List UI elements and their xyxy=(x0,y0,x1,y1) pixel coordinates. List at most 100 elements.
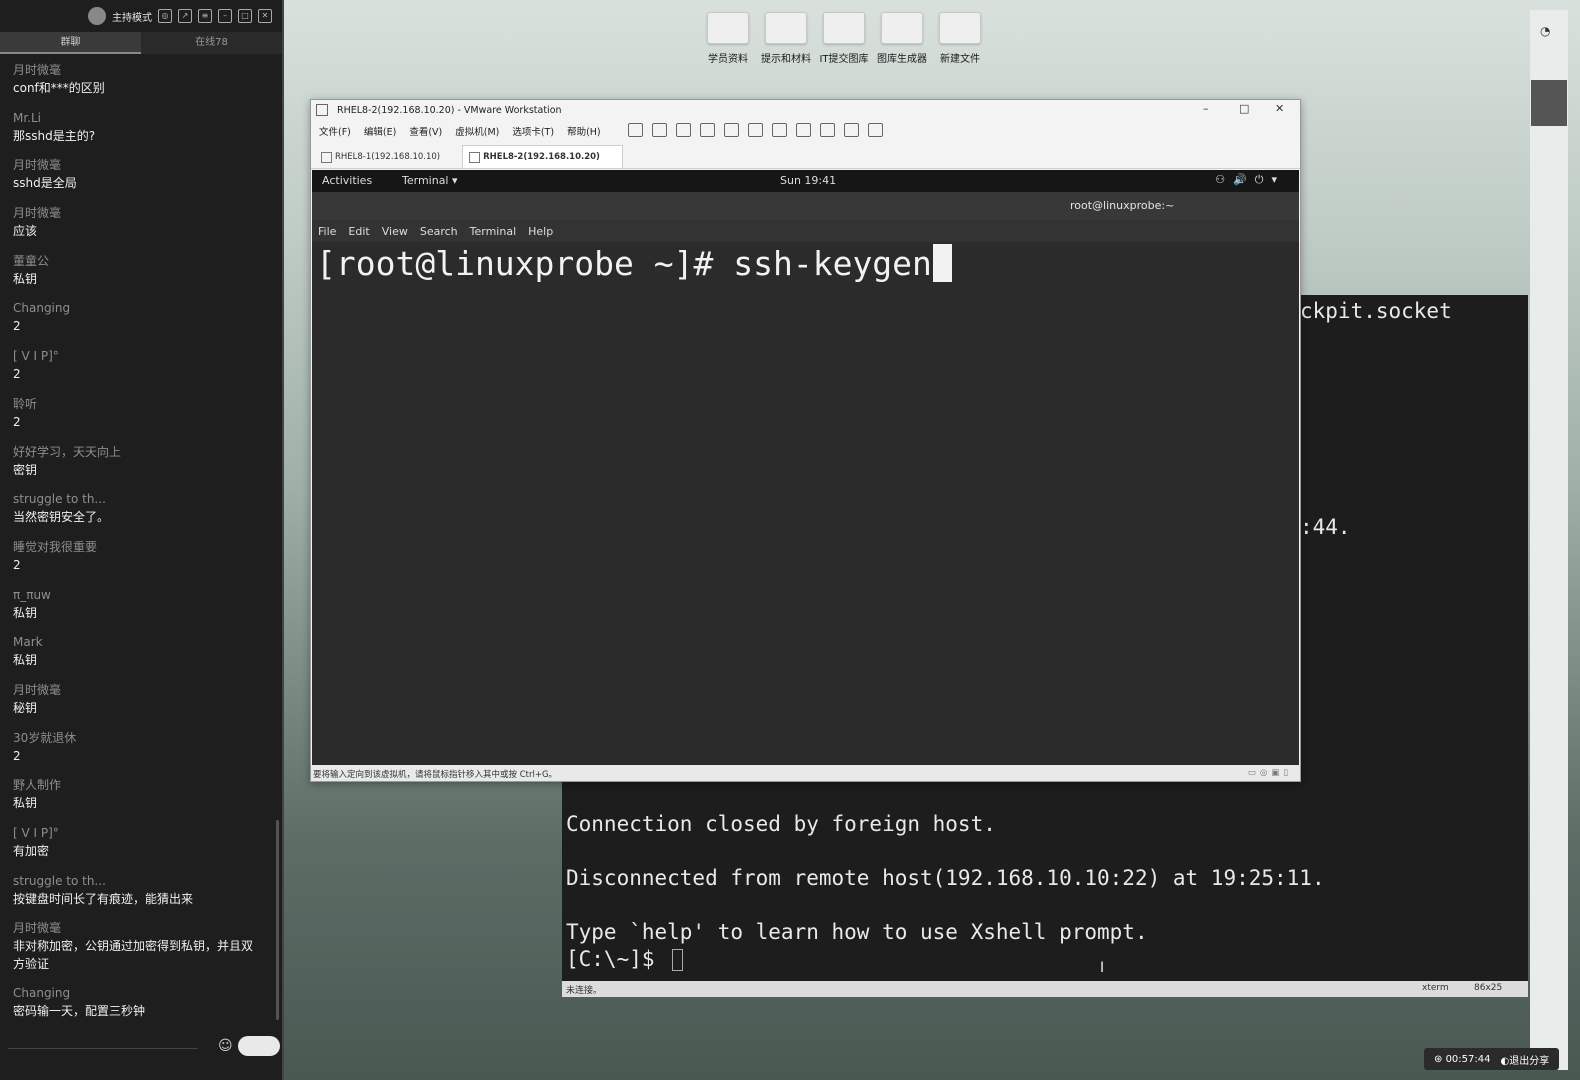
maximize-icon[interactable]: □ xyxy=(238,9,252,23)
menu-vm[interactable]: 虚拟机(M) xyxy=(455,124,499,138)
menu-edit[interactable]: 编辑(E) xyxy=(364,124,396,138)
side-scroll-thumb[interactable] xyxy=(1531,80,1567,126)
list-item: struggle to th... 按键盘时间长了有痕迹，能猜出来 xyxy=(13,873,194,906)
terminal-menu-help[interactable]: Help xyxy=(528,225,553,238)
terminal-menu-edit[interactable]: Edit xyxy=(348,225,369,238)
terminal-cursor xyxy=(932,244,952,282)
desktop-icon-1[interactable]: 学员资料 xyxy=(700,12,756,65)
app-menu[interactable]: Terminal ▾ xyxy=(402,174,458,187)
popout-icon[interactable]: ↗ xyxy=(178,9,192,23)
list-item: 聆听 2 xyxy=(13,396,38,429)
host-mode-label: 主持模式 xyxy=(112,12,152,24)
single-window-icon[interactable] xyxy=(771,122,787,137)
chat-messages[interactable]: 月时微毫 conf和***的区别 Mr.Li 那sshd是主的? 月时微毫 sshd是… xyxy=(0,54,282,1033)
device-icons[interactable]: ▭◎▣▯ xyxy=(1248,768,1292,778)
stop-share-button[interactable]: ◐退出分享 xyxy=(1500,1052,1549,1067)
close-icon[interactable]: ✕ xyxy=(258,9,272,23)
folder-icon xyxy=(881,12,923,44)
terminal-menu-search[interactable]: Search xyxy=(420,225,458,238)
xshell-line-closed: Connection closed by foreign host. xyxy=(566,812,996,836)
menu-icon[interactable]: ≡ xyxy=(198,9,212,23)
send-keys-icon[interactable] xyxy=(651,122,667,137)
chat-input[interactable] xyxy=(8,1048,198,1049)
desktop-icon-5[interactable]: 新建文件 xyxy=(932,12,988,65)
desktop-icon-4[interactable]: 图库生成器 xyxy=(874,12,930,65)
xshell-status-bar: 未连接。 xterm 86x25 xyxy=(562,981,1528,997)
record-timer: ⊛ 00:57:44 xyxy=(1434,1053,1491,1065)
list-item: 睡觉对我很重要 2 xyxy=(13,539,98,572)
headset-icon[interactable]: ◔ xyxy=(1540,24,1550,38)
vm-icon xyxy=(469,152,481,163)
vmware-window[interactable]: RHEL8-2(192.168.10.20) - VMware Workstat… xyxy=(310,99,1301,782)
snapshot-manager-icon[interactable] xyxy=(723,122,739,137)
vmware-logo-icon xyxy=(316,104,328,116)
console-icon[interactable] xyxy=(843,122,859,137)
tab-rhel8-1[interactable]: RHEL8-1(192.168.10.10) xyxy=(315,146,462,168)
terminal-title: root@linuxprobe:~ xyxy=(1070,199,1175,212)
gnome-top-bar: Activities Terminal ▾ Sun 19:41 ⚇🔊⏻▾ xyxy=(312,170,1299,192)
terminal-command: ssh-keygen xyxy=(733,244,932,283)
folder-icon xyxy=(765,12,807,44)
minimize-icon[interactable]: – xyxy=(218,9,232,23)
list-item: 30岁就退休 2 xyxy=(13,730,77,763)
pause-icon[interactable] xyxy=(627,122,643,137)
vmware-status-message: 要将输入定向到该虚拟机，请将鼠标指针移入其中或按 Ctrl+G。 xyxy=(313,770,558,780)
emoji-icon[interactable]: ☺ xyxy=(218,1038,233,1054)
xshell-cursor xyxy=(672,949,683,971)
snapshot-icon[interactable] xyxy=(675,122,691,137)
terminal-prompt: [root@linuxprobe ~]# xyxy=(316,244,734,283)
vmware-title: RHEL8-2(192.168.10.20) - VMware Workstat… xyxy=(337,104,562,116)
system-tray[interactable]: ⚇🔊⏻▾ xyxy=(1215,173,1285,187)
terminal-headerbar: root@linuxprobe:~ xyxy=(312,192,1299,220)
chat-panel: 主持模式 ◎ ↗ ≡ – □ ✕ 群聊 在线78 月时微毫 conf和***的区别… xyxy=(0,0,284,1080)
folder-icon xyxy=(939,12,981,44)
stretch-icon[interactable] xyxy=(867,122,883,137)
maximize-icon[interactable]: □ xyxy=(1239,102,1249,115)
menu-help[interactable]: 帮助(H) xyxy=(567,124,601,138)
terminal-body[interactable]: [root@linuxprobe ~]# ssh-keygen xyxy=(312,242,1299,765)
vmware-toolbar xyxy=(622,122,883,140)
settings-icon[interactable]: ◎ xyxy=(158,9,172,23)
vmware-titlebar[interactable]: RHEL8-2(192.168.10.20) - VMware Workstat… xyxy=(311,100,1300,120)
folder-icon xyxy=(707,12,749,44)
fullscreen-icon[interactable] xyxy=(795,122,811,137)
close-icon[interactable]: ✕ xyxy=(1275,102,1284,115)
right-side-panel: ◔ xyxy=(1530,10,1568,1070)
minimize-icon[interactable]: – xyxy=(1203,102,1209,115)
gnome-clock[interactable]: Sun 19:41 xyxy=(780,174,836,187)
chat-scrollbar[interactable] xyxy=(276,820,279,1020)
list-item: 董童公 私钥 xyxy=(13,253,50,286)
vm-icon xyxy=(321,152,332,163)
list-item: Changing 2 xyxy=(13,301,71,334)
list-item: 月时微毫 conf和***的区别 xyxy=(13,63,105,95)
terminal-menu-terminal[interactable]: Terminal xyxy=(470,225,517,238)
activities-button[interactable]: Activities xyxy=(322,174,372,187)
share-status-bar: ⊛ 00:57:44 ◐退出分享 xyxy=(1424,1048,1560,1070)
tab-group-chat[interactable]: 群聊 xyxy=(0,32,141,54)
menu-view[interactable]: 查看(V) xyxy=(409,124,442,138)
chat-input-area: ☺ xyxy=(8,1036,280,1060)
terminal-app-label: Terminal xyxy=(402,174,449,187)
desktop-icon-3[interactable]: IT提交图库 xyxy=(816,12,872,65)
menu-tabs[interactable]: 选项卡(T) xyxy=(512,124,554,138)
terminal-menubar: File Edit View Search Terminal Help xyxy=(312,220,1299,242)
send-button[interactable] xyxy=(238,1036,280,1056)
terminal-line: [root@linuxprobe ~]# ssh-keygen xyxy=(316,244,952,283)
desktop-icon-2[interactable]: 提示和材料 xyxy=(758,12,814,65)
avatar[interactable] xyxy=(88,7,106,25)
chat-tabs: 群聊 在线78 xyxy=(0,32,282,54)
list-item: 月时微毫 sshd是全局 xyxy=(13,158,77,191)
list-item: Mr.Li 那sshd是主的? xyxy=(13,110,96,143)
list-item: Mark 私钥 xyxy=(13,635,43,668)
terminal-menu-view[interactable]: View xyxy=(382,225,408,238)
terminal-menu-file[interactable]: File xyxy=(318,225,336,238)
unity-icon[interactable] xyxy=(819,122,835,137)
list-item: struggle to th... 当然密钥安全了。 xyxy=(13,492,110,525)
tab-rhel8-2[interactable]: RHEL8-2(192.168.10.20) xyxy=(462,145,623,168)
tab-online[interactable]: 在线78 xyxy=(141,32,282,54)
vmware-menubar: 文件(F) 编辑(E) 查看(V) 虚拟机(M) 选项卡(T) 帮助(H) xyxy=(311,120,1300,142)
menu-file[interactable]: 文件(F) xyxy=(319,124,351,138)
library-icon[interactable] xyxy=(747,122,763,137)
guest-screen[interactable]: Activities Terminal ▾ Sun 19:41 ⚇🔊⏻▾ roo… xyxy=(312,170,1299,765)
revert-snapshot-icon[interactable] xyxy=(699,122,715,137)
